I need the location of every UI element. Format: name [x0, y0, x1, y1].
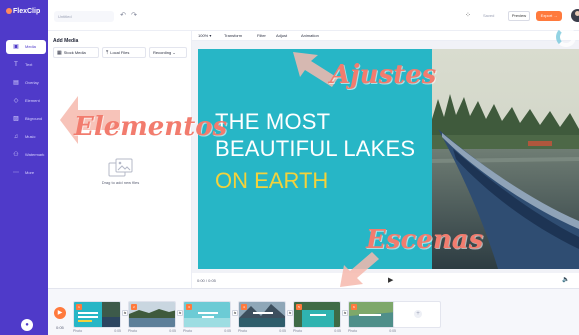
play-icon[interactable]: ▶ — [388, 276, 393, 284]
sidebar-item-label: Element — [25, 98, 40, 103]
upload-icon: ⤒ — [106, 50, 109, 56]
scene-number: 3 — [186, 304, 192, 310]
sidebar-item-label: Watermark — [25, 152, 45, 157]
scene-thumbnail[interactable]: 1 — [73, 301, 121, 328]
sidebar-item-element[interactable]: ◇ Element — [6, 94, 46, 108]
headline-line-2: BEAUTIFUL LAKES — [215, 136, 416, 161]
scene-number: 5 — [296, 304, 302, 310]
add-scene-button[interactable]: + — [393, 301, 441, 328]
stock-media-label: Stock Media — [63, 50, 86, 55]
sidebar-item-label: Media — [25, 44, 36, 49]
text-icon: T — [14, 62, 18, 68]
project-name-field[interactable]: Untitled — [54, 11, 114, 22]
sidebar-item-media[interactable]: ▣ Media — [6, 40, 46, 54]
scene-meta: Photo 0:05 — [183, 329, 231, 333]
title-text-block[interactable]: THE MOST BEAUTIFUL LAKES ON EARTH — [198, 49, 432, 269]
recording-dropdown[interactable]: Recording ⌄ — [149, 47, 187, 58]
headline-line-1: THE MOST — [215, 109, 331, 134]
scene-thumbnail[interactable]: 5 — [293, 301, 341, 328]
background-icon: ▨ — [13, 116, 19, 122]
scene-number: 1 — [76, 304, 82, 310]
chat-support-icon[interactable]: ● — [21, 319, 33, 331]
plus-icon: + — [414, 310, 422, 318]
flexclip-editor: FlexClip ▣ Media T Text ▤ Overlay ◇ Element … — [0, 0, 579, 335]
media-panel: Add Media ▦ Stock Media ⤒ Local Files Reco… — [48, 31, 192, 288]
sidebar-item-label: Text — [25, 62, 33, 67]
image-upload-icon — [108, 158, 133, 177]
stock-media-icon: ▦ — [57, 50, 62, 56]
local-files-label: Local Files — [110, 50, 130, 55]
timeline-duration: 0:05 — [56, 325, 64, 330]
scene-meta: Photo 0:05 — [348, 329, 396, 333]
stock-media-button[interactable]: ▦ Stock Media — [53, 47, 99, 58]
undo-icon[interactable]: ↶ — [119, 12, 127, 20]
sidebar-item-background[interactable]: ▨ Bkground — [6, 112, 46, 126]
scene-number: 2 — [131, 304, 137, 310]
scene-number: 6 — [351, 304, 357, 310]
scene-thumbnail[interactable]: 4 — [238, 301, 286, 328]
scene-meta: Photo 0:05 — [73, 329, 121, 333]
sidebar-item-watermark[interactable]: ⚇ Watermark — [6, 148, 46, 162]
watermark-icon: ⚇ — [13, 152, 19, 158]
sidebar-item-label: Music — [25, 134, 36, 139]
local-files-button[interactable]: ⤒ Local Files — [102, 47, 146, 58]
top-bar: Untitled ↶ ↷ ⁘ Saved Preview Export → — [48, 0, 579, 31]
flexclip-logo[interactable]: FlexClip — [6, 8, 42, 20]
filter-button[interactable]: Filter — [257, 33, 266, 38]
drop-label: Drag to add new files — [101, 180, 140, 185]
sidebar-item-label: Bkground — [25, 116, 43, 121]
preview-button[interactable]: Preview — [508, 11, 530, 21]
panel-title: Add Media — [53, 38, 79, 44]
export-button[interactable]: Export → — [536, 11, 562, 21]
scene-thumbnail[interactable]: 2 — [128, 301, 176, 328]
volume-icon[interactable]: 🔈 — [562, 276, 569, 283]
scene-thumbnail[interactable]: 3 — [183, 301, 231, 328]
scene-meta: Photo 0:05 — [293, 329, 341, 333]
transform-button[interactable]: Transform — [224, 33, 242, 38]
sidebar-item-more[interactable]: ⋯ More — [6, 166, 46, 180]
scene-timeline: ▶ 0:05 1 Photo 0:05 ⇆ 2 Photo 0:05 ⇆ 3 P… — [48, 288, 579, 335]
animation-button[interactable]: Animation — [301, 33, 319, 38]
zoom-select[interactable]: 100% ▾ — [198, 33, 211, 38]
save-status: Saved — [483, 13, 495, 18]
playback-time: 0:00 / 0:05 — [197, 278, 216, 283]
scene-thumbnail[interactable]: 6 — [348, 301, 396, 328]
headline-subline: ON EARTH — [215, 168, 329, 193]
scene-meta: Photo 0:05 — [128, 329, 176, 333]
scene-number: 4 — [241, 304, 247, 310]
sidebar-item-text[interactable]: T Text — [6, 58, 46, 72]
sidebar-item-music[interactable]: ♫ Music — [6, 130, 46, 144]
element-icon: ◇ — [13, 98, 19, 104]
music-icon: ♫ — [13, 134, 19, 140]
scene-meta: Photo 0:05 — [238, 329, 286, 333]
sidebar-item-label: Overlay — [25, 80, 39, 85]
overlay-icon: ▤ — [13, 80, 19, 86]
sidebar-nav: ▣ Media T Text ▤ Overlay ◇ Element ▨ Bkground… — [6, 40, 46, 184]
media-icon: ▣ — [13, 44, 19, 50]
video-canvas[interactable]: THE MOST BEAUTIFUL LAKES ON EARTH — [198, 49, 579, 269]
editor-toolbar: 100% ▾ Transform Filter Adjust Animation — [192, 31, 579, 41]
redo-icon[interactable]: ↷ — [130, 12, 138, 20]
timeline-play-button[interactable]: ▶ — [54, 307, 66, 319]
recording-label: Recording ⌄ — [153, 50, 176, 55]
player-controls: 0:00 / 0:05 ▶ 🔈 — [192, 273, 579, 288]
drop-zone[interactable]: Drag to add new files — [97, 158, 144, 188]
avatar[interactable] — [571, 9, 579, 22]
more-icon: ⋯ — [13, 170, 19, 176]
adjust-button[interactable]: Adjust — [276, 33, 287, 38]
grid-icon[interactable]: ⁘ — [465, 12, 471, 20]
sidebar-item-overlay[interactable]: ▤ Overlay — [6, 76, 46, 90]
sidebar-item-label: More — [25, 170, 35, 175]
sidebar: FlexClip ▣ Media T Text ▤ Overlay ◇ Element … — [0, 0, 48, 335]
